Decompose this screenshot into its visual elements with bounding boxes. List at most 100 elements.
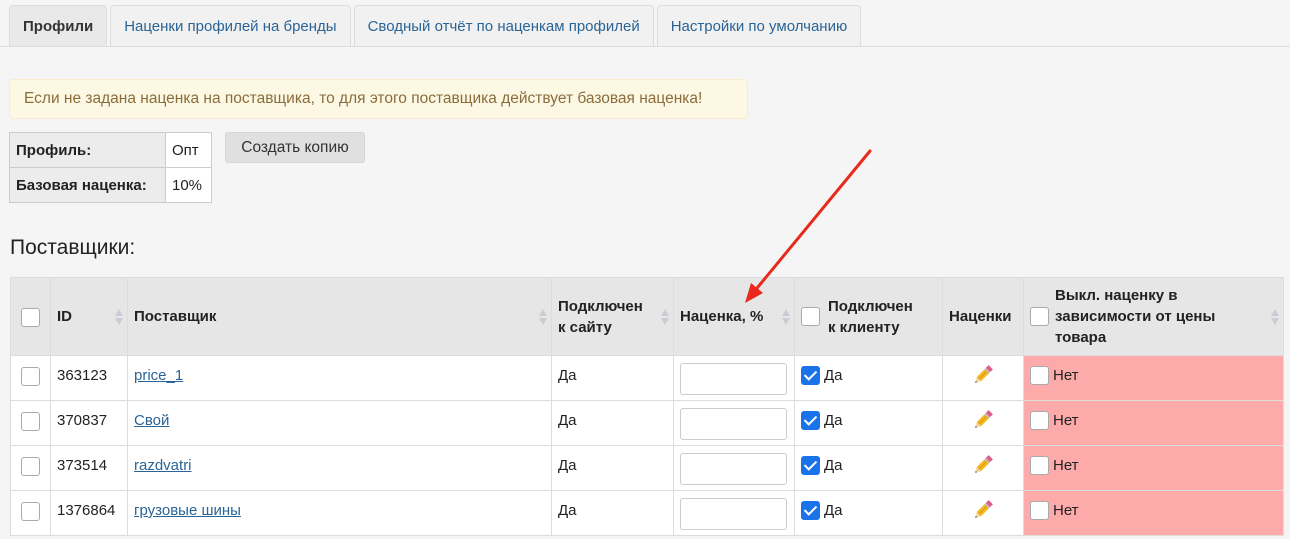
row-supplier-cell: razdvatri — [127, 445, 552, 491]
select-all-checkbox[interactable] — [21, 307, 40, 327]
tab-brand-markups[interactable]: Наценки профилей на бренды — [110, 5, 351, 46]
header-connected-client[interactable]: Подключен к клиенту — [794, 277, 943, 356]
supplier-link[interactable]: Свой — [134, 412, 169, 429]
row-connected-client-cell: Да — [794, 490, 943, 536]
header-connected-site-line2: к сайту — [558, 318, 612, 336]
header-disable-line1: Выкл. наценку в — [1055, 287, 1178, 304]
markup-input[interactable] — [680, 363, 787, 395]
supplier-link[interactable]: грузовые шины — [134, 502, 241, 519]
row-select-checkbox[interactable] — [21, 502, 40, 521]
suppliers-title: Поставщики: — [10, 236, 136, 259]
disable-markup-label: Нет — [1053, 457, 1079, 474]
row-select-cell — [10, 400, 51, 446]
row-disable-cell: Нет — [1023, 445, 1284, 491]
row-id: 1376864 — [50, 490, 128, 536]
header-markup[interactable]: Наценка, % — [673, 277, 795, 356]
header-markups-label: Наценки — [949, 308, 1012, 325]
connected-client-label: Да — [824, 367, 843, 384]
row-disable-cell: Нет — [1023, 490, 1284, 536]
profile-value: Опт — [165, 132, 212, 168]
markup-input[interactable] — [680, 498, 787, 530]
disable-markup-label: Нет — [1053, 502, 1079, 519]
supplier-link[interactable]: razdvatri — [134, 457, 192, 474]
table-row: 1376864 грузовые шины Да Да Нет — [10, 490, 1284, 536]
base-markup-value: 10% — [165, 167, 212, 203]
disable-markup-checkbox[interactable] — [1030, 456, 1049, 475]
header-markup-label: Наценка, % — [680, 308, 764, 325]
supplier-link[interactable]: price_1 — [134, 367, 183, 384]
row-connected-site: Да — [551, 490, 674, 536]
row-markup-cell — [673, 490, 795, 536]
sort-arrows-icon[interactable] — [539, 308, 548, 326]
row-select-checkbox[interactable] — [21, 367, 40, 386]
connected-client-all-checkbox[interactable] — [801, 307, 820, 326]
disable-markup-checkbox[interactable] — [1030, 411, 1049, 430]
pencil-icon[interactable] — [971, 453, 995, 477]
tab-summary-report[interactable]: Сводный отчёт по наценкам профилей — [353, 5, 654, 46]
markup-input[interactable] — [680, 408, 787, 440]
row-markups-cell — [942, 355, 1024, 401]
sort-arrows-icon[interactable] — [661, 308, 670, 326]
row-select-cell — [10, 445, 51, 491]
header-id[interactable]: ID — [50, 277, 128, 356]
row-id: 363123 — [50, 355, 128, 401]
header-supplier-label: Поставщик — [134, 308, 217, 325]
row-disable-cell: Нет — [1023, 400, 1284, 446]
row-connected-site: Да — [551, 445, 674, 491]
markup-input[interactable] — [680, 453, 787, 485]
row-select-checkbox[interactable] — [21, 457, 40, 476]
header-select-all — [10, 277, 51, 356]
row-markup-cell — [673, 400, 795, 446]
row-select-checkbox[interactable] — [21, 412, 40, 431]
connected-client-label: Да — [824, 457, 843, 474]
pencil-icon[interactable] — [971, 408, 995, 432]
row-connected-site: Да — [551, 355, 674, 401]
tab-profiles[interactable]: Профили — [9, 5, 108, 46]
row-markup-cell — [673, 445, 795, 491]
row-markup-cell — [673, 355, 795, 401]
disable-markup-checkbox[interactable] — [1030, 366, 1049, 385]
warning-alert: Если не задана наценка на поставщика, то… — [9, 79, 748, 119]
header-markups: Наценки — [942, 277, 1024, 356]
sort-arrows-icon[interactable] — [1271, 308, 1280, 326]
row-disable-cell: Нет — [1023, 355, 1284, 401]
connected-client-checkbox[interactable] — [801, 501, 820, 520]
profile-info-table: Профиль: Опт Базовая наценка: 10% — [9, 132, 212, 203]
table-row: 370837 Свой Да Да Нет — [10, 400, 1284, 446]
table-row: 363123 price_1 Да Да Нет — [10, 355, 1284, 401]
header-disable-markup[interactable]: Выкл. наценку в зависимости от цены това… — [1023, 277, 1284, 356]
connected-client-label: Да — [824, 502, 843, 519]
header-connected-client-line1: Подключен — [828, 297, 913, 315]
table-row: 373514 razdvatri Да Да Нет — [10, 445, 1284, 491]
connected-client-label: Да — [824, 412, 843, 429]
connected-client-checkbox[interactable] — [801, 411, 820, 430]
disable-markup-all-checkbox[interactable] — [1030, 307, 1049, 326]
row-markups-cell — [942, 400, 1024, 446]
sort-arrows-icon[interactable] — [782, 308, 791, 326]
row-supplier-cell: Свой — [127, 400, 552, 446]
row-markups-cell — [942, 490, 1024, 536]
header-connected-site-line1: Подключен — [558, 297, 643, 315]
connected-client-checkbox[interactable] — [801, 366, 820, 385]
header-connected-site[interactable]: Подключен к сайту — [551, 277, 674, 356]
row-select-cell — [10, 490, 51, 536]
pencil-icon[interactable] — [971, 363, 995, 387]
row-connected-client-cell: Да — [794, 355, 943, 401]
sort-arrows-icon[interactable] — [115, 308, 124, 326]
suppliers-table: ID Поставщик Подключен к сайту Наценка, … — [10, 277, 1284, 536]
connected-client-checkbox[interactable] — [801, 456, 820, 475]
tab-bar: Профили Наценки профилей на бренды Сводн… — [9, 5, 862, 46]
header-disable-line2: зависимости от цены — [1055, 308, 1216, 325]
row-connected-client-cell: Да — [794, 445, 943, 491]
row-connected-site: Да — [551, 400, 674, 446]
header-id-label: ID — [57, 308, 72, 325]
row-markups-cell — [942, 445, 1024, 491]
header-supplier[interactable]: Поставщик — [127, 277, 552, 356]
tab-divider — [0, 46, 1290, 47]
create-copy-button[interactable]: Создать копию — [225, 132, 365, 163]
disable-markup-checkbox[interactable] — [1030, 501, 1049, 520]
profile-label: Профиль: — [9, 132, 166, 168]
row-select-cell — [10, 355, 51, 401]
tab-default-settings[interactable]: Настройки по умолчанию — [656, 5, 862, 46]
pencil-icon[interactable] — [971, 498, 995, 522]
